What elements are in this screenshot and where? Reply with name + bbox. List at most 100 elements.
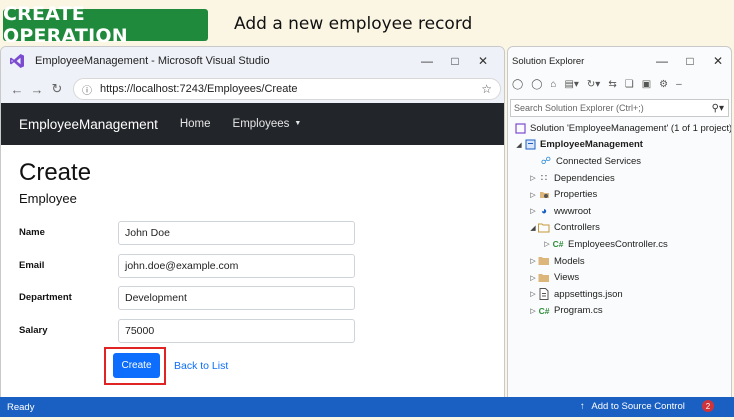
back-to-list-link[interactable]: Back to List (174, 360, 228, 372)
collapse-all-icon[interactable]: ❏ (625, 79, 634, 90)
app-brand-link[interactable]: EmployeeManagement (19, 117, 158, 132)
nav-employees-label: Employees (232, 118, 290, 130)
properties-icon (538, 189, 550, 201)
form-row-salary: Salary 75000 (19, 319, 489, 347)
add-to-source-control-button[interactable]: ↑ Add to Source Control (580, 401, 685, 412)
department-input[interactable]: Development (118, 286, 355, 310)
json-file-icon (538, 288, 550, 301)
banner-subtitle: Add a new employee record (234, 14, 473, 34)
forward-arrow-icon[interactable]: → (27, 79, 47, 99)
folder-open-icon (538, 222, 550, 234)
globe-icon: ◕ (540, 205, 548, 217)
source-control-label: Add to Source Control (591, 401, 685, 412)
expanded-arrow-icon[interactable]: ◢ (514, 141, 524, 149)
tree-item-label: Controllers (554, 222, 600, 234)
browser-title: EmployeeManagement - Microsoft Visual St… (35, 55, 270, 67)
nav-home-link[interactable]: Home (180, 118, 211, 130)
sync-icon[interactable]: ⇆ (608, 79, 616, 90)
address-bar-row: ← → ↻ ⓘ https://localhost:7243/Employees… (1, 75, 504, 103)
page-heading: Create (19, 159, 92, 186)
entity-subheading: Employee (19, 191, 77, 206)
tree-item-models[interactable]: ▷ Models (508, 253, 731, 270)
solution-icon (514, 122, 526, 134)
tree-item-label: Models (554, 255, 585, 267)
csharp-file-icon: C# (552, 239, 564, 250)
tree-item-wwwroot[interactable]: ▷ ◕ wwwroot (508, 203, 731, 220)
solution-tree: Solution 'EmployeeManagement' (1 of 1 pr… (508, 120, 732, 320)
bookmark-star-icon[interactable]: ☆ (481, 82, 492, 96)
solution-explorer-titlebar: Solution Explorer — □ ✕ (508, 47, 731, 75)
collapsed-arrow-icon[interactable]: ▷ (528, 174, 538, 182)
tree-item-project[interactable]: ◢ EmployeeManagement (508, 137, 731, 154)
tree-item-solution[interactable]: Solution 'EmployeeManagement' (1 of 1 pr… (508, 120, 732, 137)
salary-input[interactable]: 75000 (118, 319, 355, 343)
tree-item-employees-controller[interactable]: ▷ C# EmployeesController.cs (508, 236, 731, 253)
form-row-email: Email john.doe@example.com (19, 254, 489, 282)
tree-item-label: Views (554, 272, 580, 284)
tree-item-controllers[interactable]: ◢ Controllers (508, 220, 731, 237)
collapsed-arrow-icon[interactable]: ▷ (528, 274, 538, 282)
tree-item-connected-services[interactable]: ☍ Connected Services (508, 153, 731, 170)
panel-close-icon[interactable]: ✕ (704, 47, 731, 75)
tree-item-views[interactable]: ▷ Views (508, 269, 731, 286)
expanded-arrow-icon[interactable]: ◢ (528, 224, 538, 232)
panel-minimize-icon[interactable]: — (648, 47, 676, 75)
nav-employees-dropdown[interactable]: Employees ▼ (233, 118, 302, 130)
show-all-files-icon[interactable]: ▣ (642, 79, 651, 90)
collapsed-arrow-icon[interactable]: ▷ (528, 191, 538, 199)
minimize-icon[interactable]: — (413, 47, 441, 75)
email-label: Email (19, 260, 45, 271)
tree-item-properties[interactable]: ▷ Properties (508, 186, 731, 203)
pending-changes-filter-icon[interactable]: ↻▾ (587, 79, 600, 90)
tree-item-dependencies[interactable]: ▷ ∷ Dependencies (508, 170, 731, 187)
form-row-department: Department Development (19, 286, 489, 314)
create-button[interactable]: Create (113, 353, 160, 378)
tree-item-label: Solution 'EmployeeManagement' (1 of 1 pr… (530, 122, 732, 134)
department-label: Department (19, 292, 72, 303)
solution-explorer-toolbar: ◯ ◯ ⌂ ▤▾ ↻▾ ⇆ ❏ ▣ ⚙ – (508, 75, 731, 93)
url-text: https://localhost:7243/Employees/Create (100, 83, 298, 95)
collapsed-arrow-icon[interactable]: ▷ (528, 290, 538, 298)
back-icon[interactable]: ◯ (512, 79, 523, 90)
up-arrow-icon: ↑ (580, 401, 585, 412)
collapsed-arrow-icon[interactable]: ▷ (528, 307, 538, 315)
solution-explorer-title: Solution Explorer (512, 55, 585, 67)
name-input[interactable]: John Doe (118, 221, 355, 245)
collapsed-arrow-icon[interactable]: ▷ (528, 207, 538, 215)
tree-item-program[interactable]: ▷ C# Program.cs (508, 303, 731, 320)
panel-maximize-icon[interactable]: □ (676, 47, 704, 75)
form-row-name: Name John Doe (19, 221, 489, 249)
switch-views-icon[interactable]: ▤▾ (564, 79, 578, 90)
email-input[interactable]: john.doe@example.com (118, 254, 355, 278)
refresh-icon[interactable]: ↻ (47, 79, 67, 99)
properties-wrench-icon[interactable]: ⚙ (659, 79, 668, 90)
browser-titlebar: EmployeeManagement - Microsoft Visual St… (1, 47, 504, 75)
tree-item-label: EmployeesController.cs (568, 238, 668, 250)
dependencies-icon: ∷ (540, 172, 548, 184)
tree-item-label: EmployeeManagement (540, 139, 643, 151)
tree-item-label: wwwroot (554, 205, 591, 217)
maximize-icon[interactable]: □ (441, 47, 469, 75)
folder-icon (538, 255, 550, 267)
notification-badge[interactable]: 2 (702, 400, 714, 412)
collapsed-arrow-icon[interactable]: ▷ (542, 240, 552, 248)
visual-studio-logo-icon (9, 53, 25, 69)
home-icon[interactable]: ⌂ (550, 79, 556, 90)
forward-icon[interactable]: ◯ (531, 79, 542, 90)
back-arrow-icon[interactable]: ← (7, 79, 27, 99)
tree-item-appsettings[interactable]: ▷ appsettings.json (508, 286, 731, 303)
tree-item-label: Connected Services (556, 155, 642, 167)
page-info-icon[interactable]: ⓘ (82, 82, 92, 97)
solution-explorer-panel: Solution Explorer — □ ✕ ◯ ◯ ⌂ ▤▾ ↻▾ ⇆ ❏ … (507, 46, 732, 398)
operation-badge: CREATE OPERATION (3, 3, 208, 47)
url-field[interactable]: ⓘ https://localhost:7243/Employees/Creat… (73, 78, 501, 100)
search-icon[interactable]: ⚲▾ (712, 101, 724, 117)
dropdown-caret-icon: ▼ (294, 120, 302, 128)
csharp-file-icon: C# (538, 305, 550, 316)
solution-explorer-search[interactable]: Search Solution Explorer (Ctrl+;) ⚲▾ (510, 99, 729, 117)
preview-icon[interactable]: – (676, 79, 682, 90)
status-bar: Ready ↑ Add to Source Control 2 (0, 397, 734, 417)
collapsed-arrow-icon[interactable]: ▷ (528, 257, 538, 265)
tree-item-label: Properties (554, 189, 598, 201)
close-icon[interactable]: ✕ (469, 47, 497, 75)
